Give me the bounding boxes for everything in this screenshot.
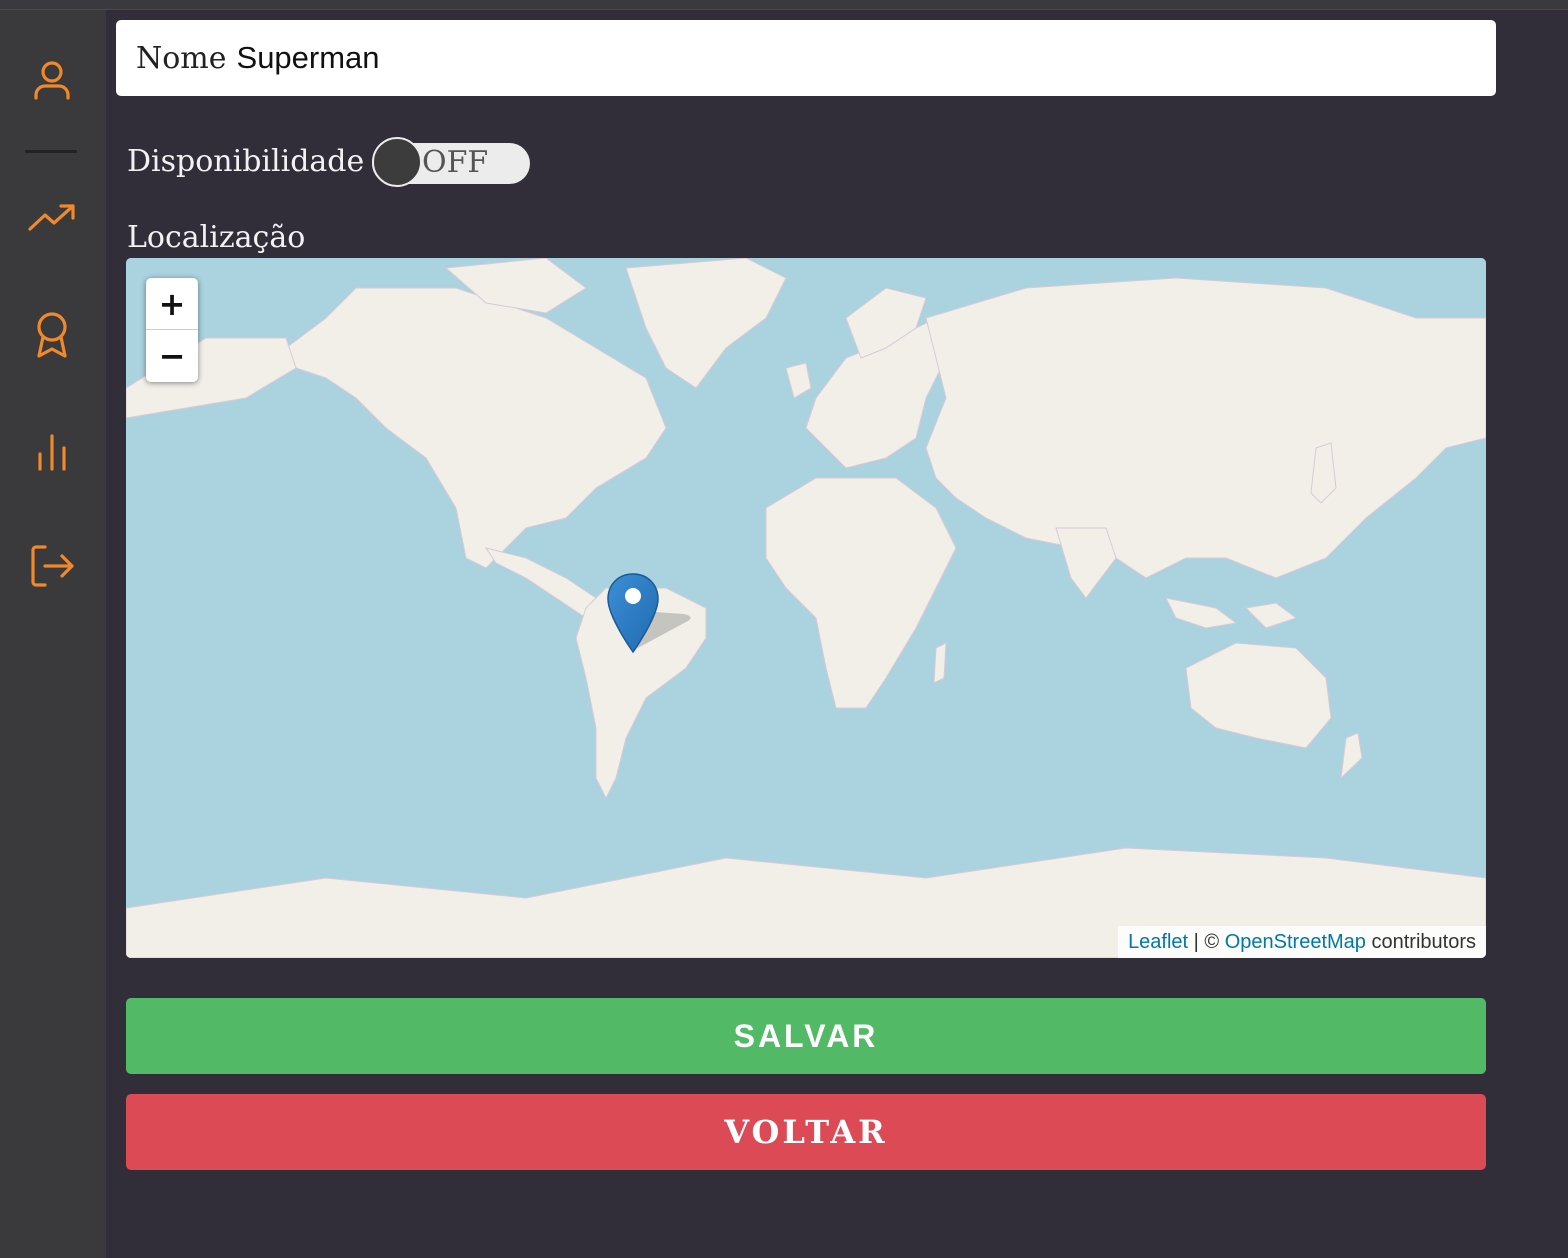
- zoom-in-button[interactable]: +: [146, 278, 198, 330]
- window-top-bar: [0, 0, 1568, 10]
- attribution-suffix: contributors: [1365, 930, 1476, 953]
- bar-chart-icon: [38, 434, 66, 471]
- award-icon: [37, 312, 67, 358]
- sidebar: [0, 10, 106, 1258]
- zoom-out-button[interactable]: −: [146, 330, 198, 382]
- availability-toggle[interactable]: OFF: [372, 137, 530, 187]
- sidebar-item-awards[interactable]: [26, 308, 78, 360]
- openstreetmap-link[interactable]: OpenStreetMap: [1225, 931, 1366, 954]
- name-input[interactable]: [236, 40, 1337, 76]
- map-pin-icon[interactable]: [606, 572, 696, 654]
- availability-label: Disponibilidade: [127, 144, 365, 179]
- toggle-knob[interactable]: [372, 137, 422, 187]
- sidebar-item-logout[interactable]: [26, 540, 78, 592]
- leaflet-link[interactable]: Leaflet: [1128, 931, 1188, 954]
- user-icon: [34, 61, 70, 100]
- sidebar-item-trends[interactable]: [26, 192, 78, 244]
- world-map-tiles: [126, 258, 1486, 958]
- logout-icon: [31, 545, 74, 587]
- toggle-state-text: OFF: [422, 145, 489, 180]
- sidebar-item-profile[interactable]: [26, 54, 78, 106]
- attribution-separator: | ©: [1188, 930, 1225, 953]
- name-label: Nome: [136, 40, 227, 76]
- trending-up-icon: [28, 204, 75, 231]
- location-map[interactable]: + − Leaflet | © OpenStreetMap contributo…: [126, 258, 1486, 958]
- map-attribution: Leaflet | © OpenStreetMap contributors: [1118, 926, 1486, 958]
- sidebar-item-stats[interactable]: [26, 426, 78, 478]
- back-button[interactable]: VOLTAR: [126, 1094, 1486, 1170]
- save-button[interactable]: SALVAR: [126, 998, 1486, 1074]
- zoom-control: + −: [146, 278, 198, 382]
- name-field[interactable]: Nome: [116, 20, 1496, 96]
- sidebar-divider: [25, 150, 77, 153]
- location-label: Localização: [127, 220, 306, 255]
